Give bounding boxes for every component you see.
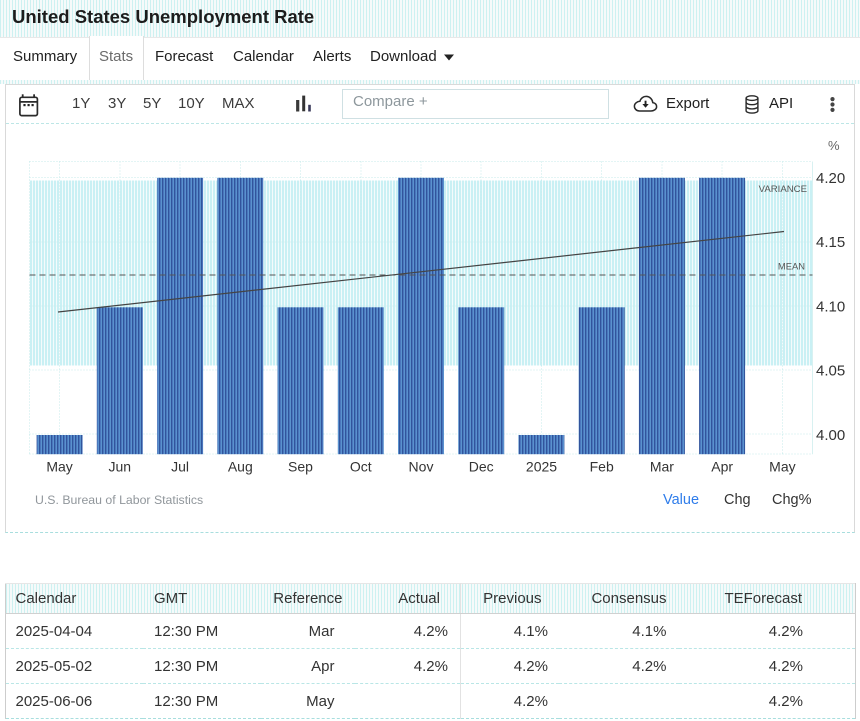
svg-text:May: May [46, 459, 72, 475]
svg-text:Oct: Oct [350, 459, 372, 475]
svg-text:Dec: Dec [469, 459, 494, 475]
svg-text:4.05: 4.05 [816, 363, 845, 380]
svg-text:Sep: Sep [288, 459, 313, 475]
svg-text:4.00: 4.00 [816, 427, 845, 444]
svg-text:4.20: 4.20 [816, 170, 845, 187]
svg-text:VARIANCE: VARIANCE [759, 184, 807, 195]
svg-text:May: May [769, 459, 795, 475]
svg-text:4.15: 4.15 [816, 234, 845, 251]
svg-text:Aug: Aug [228, 459, 253, 475]
svg-text:4.10: 4.10 [816, 298, 845, 315]
svg-text:Feb: Feb [590, 459, 614, 475]
svg-text:Jul: Jul [171, 459, 189, 475]
svg-text:%: % [828, 138, 840, 153]
svg-text:2025: 2025 [526, 459, 557, 475]
svg-text:Jun: Jun [109, 459, 132, 475]
svg-text:Nov: Nov [409, 459, 434, 475]
svg-text:Apr: Apr [711, 459, 733, 475]
svg-text:Mar: Mar [650, 459, 674, 475]
svg-text:MEAN: MEAN [778, 261, 805, 272]
